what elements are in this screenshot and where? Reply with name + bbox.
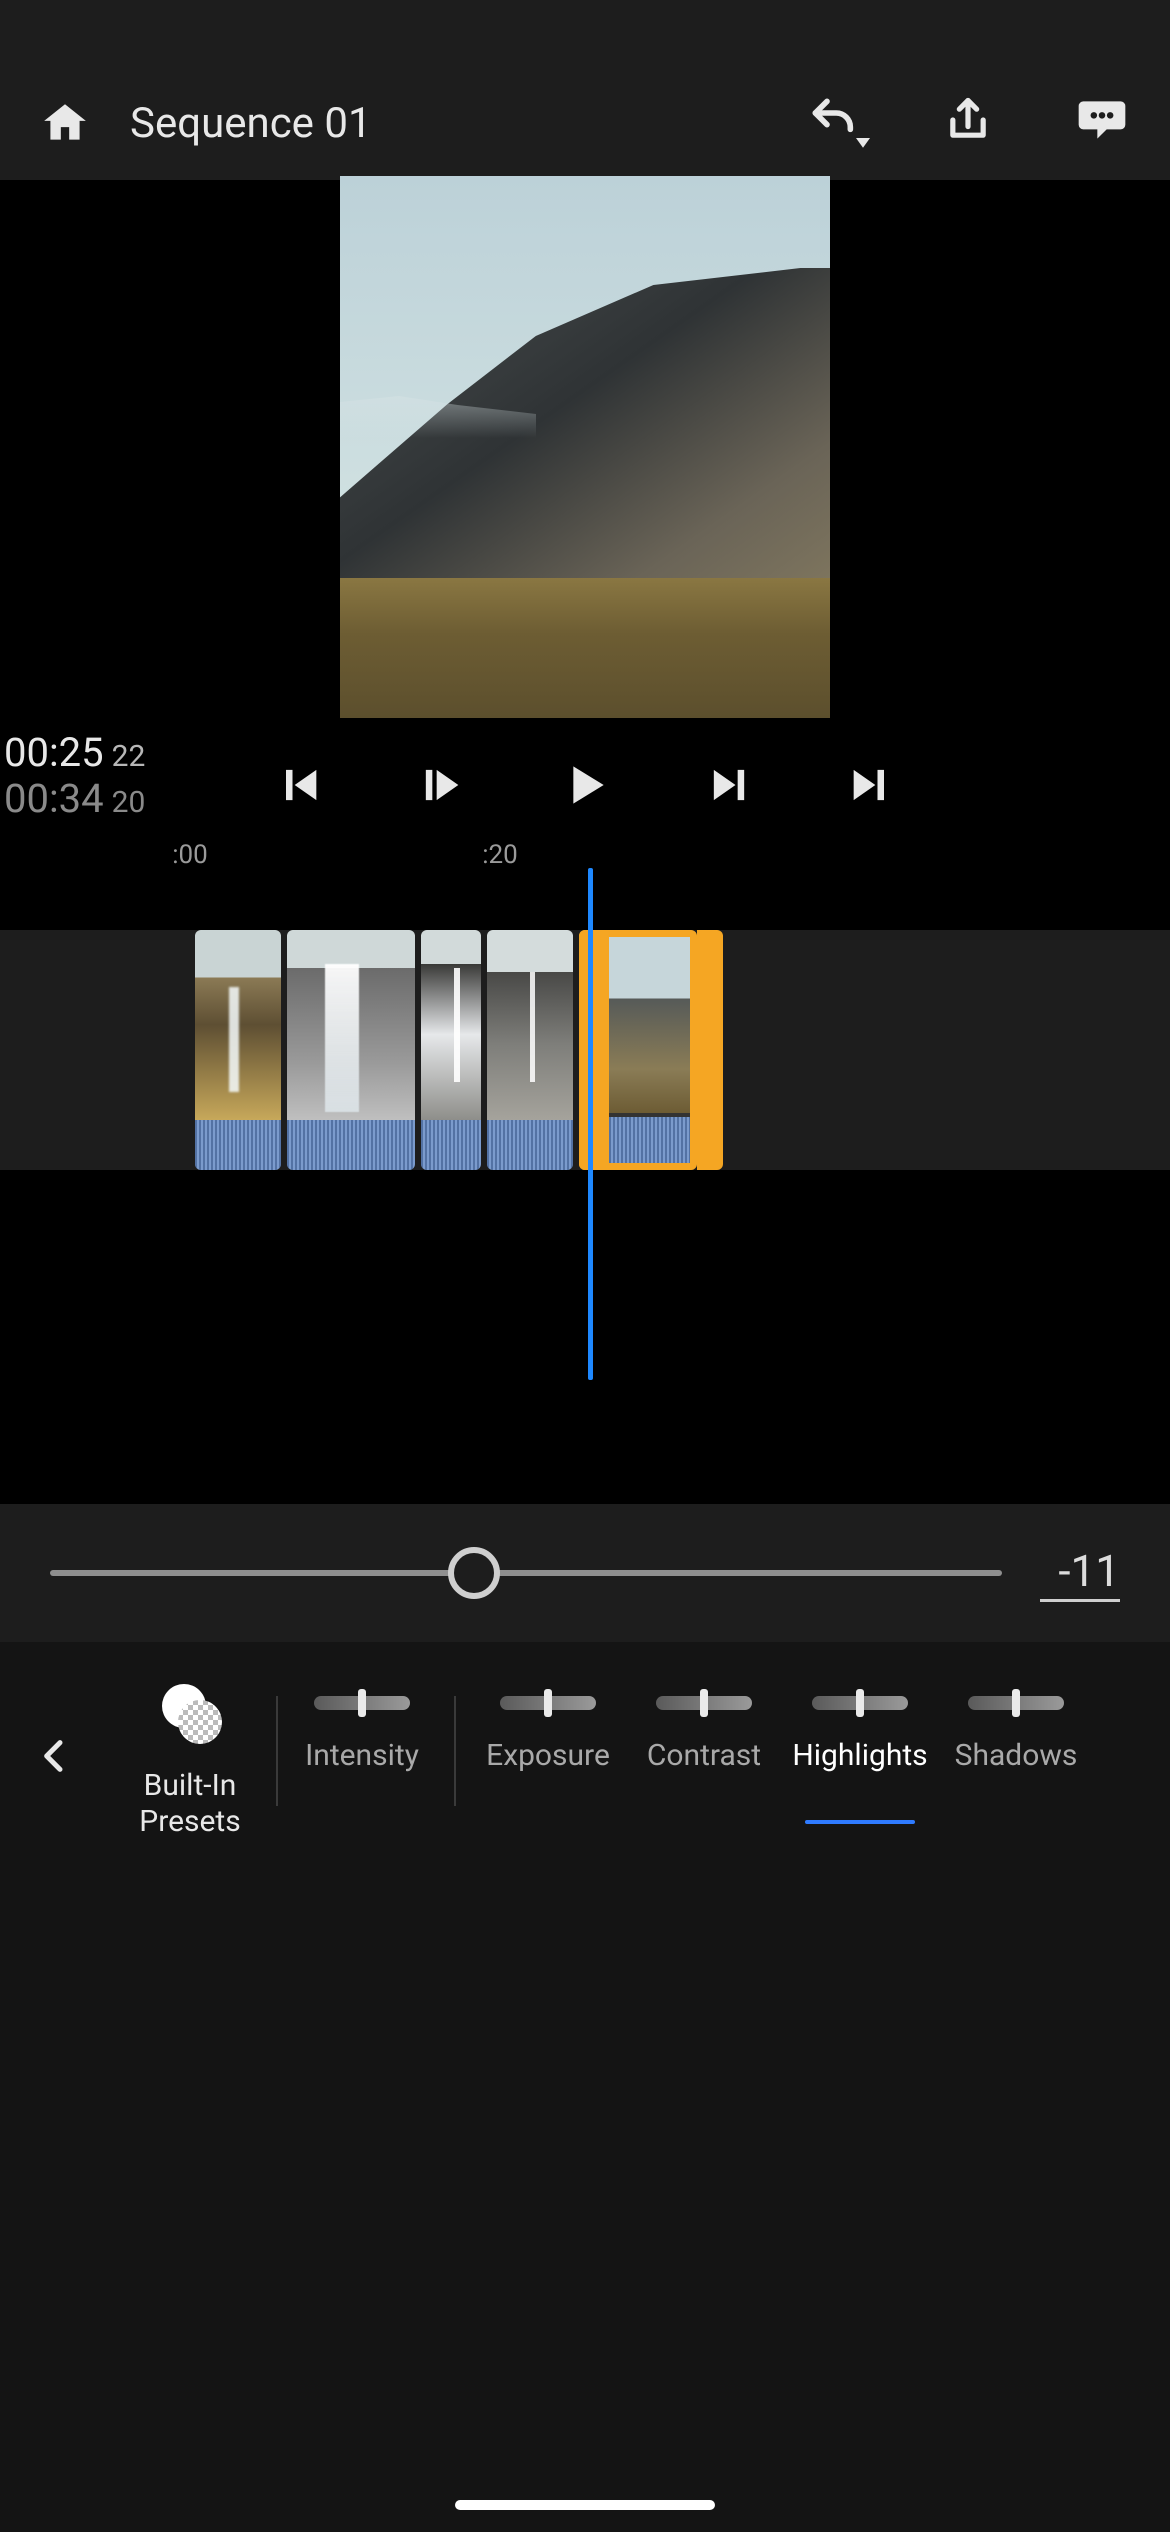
mini-slider-icon bbox=[500, 1696, 596, 1710]
tool-label: Shadows bbox=[955, 1738, 1078, 1773]
adjustments-toolbar: Built-InPresets Intensity Exposure Contras… bbox=[0, 1642, 1170, 2532]
tool-presets[interactable]: Built-InPresets bbox=[110, 1676, 270, 1844]
step-forward-icon[interactable] bbox=[703, 759, 755, 811]
mini-slider-icon bbox=[656, 1696, 752, 1710]
tool-label: Exposure bbox=[486, 1738, 610, 1773]
transport-row: 00:25 22 00:34 20 bbox=[0, 730, 1170, 840]
video-preview[interactable] bbox=[0, 180, 1170, 730]
clip-1[interactable] bbox=[195, 930, 281, 1170]
clip-5-selected[interactable] bbox=[579, 930, 697, 1170]
clip-4[interactable] bbox=[487, 930, 573, 1170]
ruler-tick: :20 bbox=[482, 840, 518, 870]
timeline[interactable]: :00 :20 bbox=[0, 840, 1170, 1320]
clip-2[interactable] bbox=[287, 930, 415, 1170]
slider-value[interactable]: -11 bbox=[1040, 1545, 1120, 1602]
go-to-start-icon[interactable] bbox=[273, 759, 325, 811]
go-to-end-icon[interactable] bbox=[845, 759, 897, 811]
toolbar-items: Built-InPresets Intensity Exposure Contras… bbox=[110, 1676, 1170, 1844]
app-header: Sequence 01 bbox=[0, 0, 1170, 180]
total-time: 00:34 bbox=[4, 776, 104, 822]
clip-3[interactable] bbox=[421, 930, 481, 1170]
clips-strip[interactable] bbox=[0, 930, 1170, 1170]
ruler-tick: :00 bbox=[172, 840, 208, 870]
tool-label: Highlights bbox=[792, 1738, 927, 1773]
tool-contrast[interactable]: Contrast bbox=[626, 1676, 782, 1806]
mini-slider-icon bbox=[812, 1696, 908, 1710]
time-ruler: :00 :20 bbox=[0, 840, 1170, 880]
sequence-title[interactable]: Sequence 01 bbox=[130, 99, 372, 148]
tool-label: Contrast bbox=[647, 1738, 761, 1773]
play-icon[interactable] bbox=[557, 757, 613, 813]
share-icon[interactable] bbox=[942, 94, 994, 146]
playhead[interactable] bbox=[588, 868, 593, 1380]
clips-inner bbox=[195, 930, 723, 1170]
mini-slider-icon bbox=[314, 1696, 410, 1710]
value-slider-panel: -11 bbox=[0, 1504, 1170, 1642]
value-slider[interactable] bbox=[50, 1570, 1002, 1576]
tool-shadows[interactable]: Shadows bbox=[938, 1676, 1094, 1806]
transport-controls bbox=[273, 757, 897, 813]
total-frames: 20 bbox=[112, 786, 146, 821]
tool-label: Intensity bbox=[305, 1738, 419, 1773]
toolbar-separator bbox=[276, 1696, 278, 1806]
step-back-icon[interactable] bbox=[415, 759, 467, 811]
clip-handle-right[interactable] bbox=[697, 930, 723, 1170]
undo-icon[interactable] bbox=[806, 92, 862, 148]
tool-highlights[interactable]: Highlights bbox=[782, 1676, 938, 1806]
home-icon[interactable] bbox=[40, 98, 90, 148]
mini-slider-icon bbox=[968, 1696, 1064, 1710]
current-frames: 22 bbox=[112, 740, 146, 775]
timecode-readout: 00:25 22 00:34 20 bbox=[0, 730, 145, 822]
tool-intensity[interactable]: Intensity bbox=[284, 1676, 440, 1806]
toolbar-separator bbox=[454, 1696, 456, 1806]
toolbar-back-icon[interactable] bbox=[0, 1676, 110, 1836]
presets-label: Built-InPresets bbox=[139, 1768, 240, 1840]
home-indicator bbox=[455, 2500, 715, 2510]
presets-icon bbox=[162, 1684, 218, 1740]
comments-icon[interactable] bbox=[1074, 92, 1130, 148]
current-time: 00:25 bbox=[4, 730, 104, 776]
tool-exposure[interactable]: Exposure bbox=[470, 1676, 626, 1806]
header-left: Sequence 01 bbox=[40, 98, 806, 148]
header-right bbox=[806, 92, 1130, 148]
slider-handle[interactable] bbox=[448, 1547, 500, 1599]
preview-frame bbox=[340, 176, 830, 718]
